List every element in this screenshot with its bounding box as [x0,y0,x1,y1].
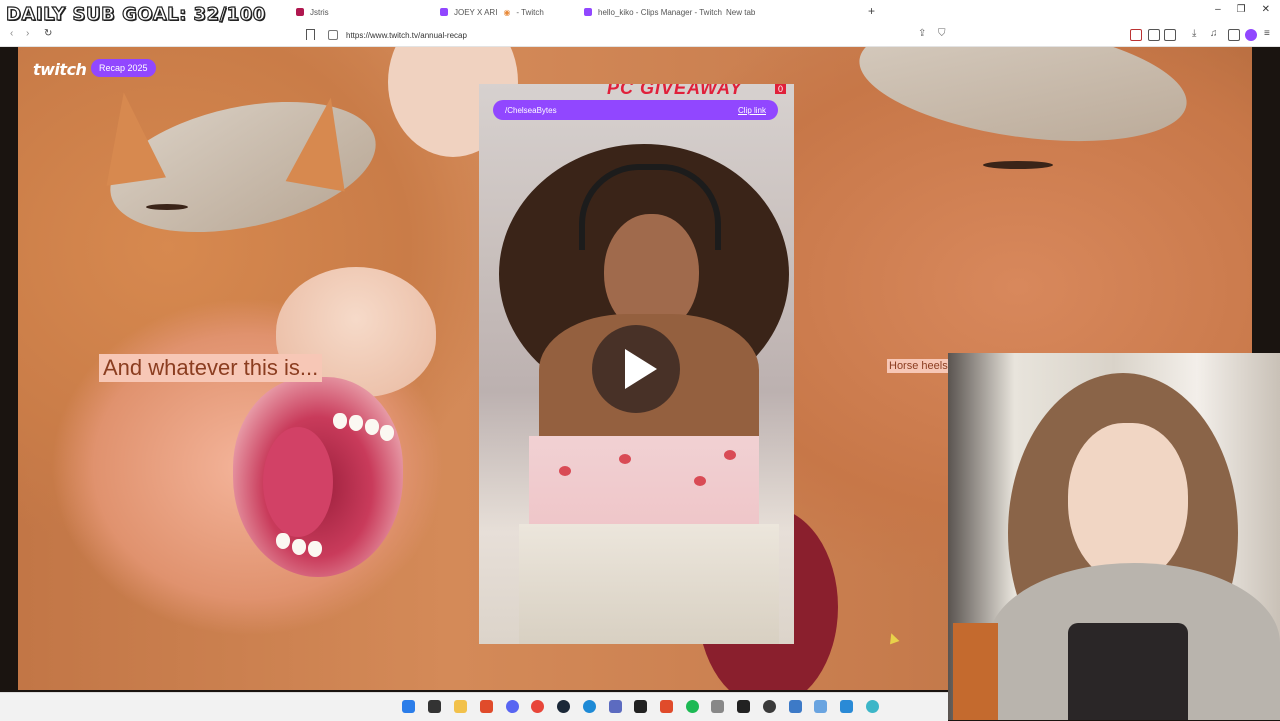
terminal-icon[interactable] [737,700,750,713]
twitch-icon [440,8,448,16]
spotify-icon[interactable] [686,700,699,713]
tab-new-tab[interactable]: New tab [726,3,755,21]
twitch-icon [584,8,592,16]
streamer-face [1068,423,1188,583]
app-icon[interactable] [866,700,879,713]
reload-icon[interactable]: ↻ [44,28,52,39]
share-icon[interactable]: ⇪ [918,28,926,39]
menu-icon[interactable]: ≡ [1264,28,1270,39]
tab-label: hello_kiko - Clips Manager - Twitch [598,7,722,17]
chrome-icon[interactable] [531,700,544,713]
file-explorer-icon[interactable] [454,700,467,713]
clip-info-bar: /ChelseaBytes Clip link [493,100,778,120]
bookmark-icon[interactable] [306,29,315,40]
calculator-icon[interactable] [789,700,802,713]
minimize-icon[interactable]: – [1215,4,1221,15]
window-controls: – ❐ ✕ [1215,4,1270,15]
twitch-logo[interactable]: twitch [33,60,87,79]
new-tab-button[interactable]: + [868,4,875,18]
terminal-icon[interactable] [634,700,647,713]
mouse-cursor [886,631,900,645]
url-text: https://www.twitch.tv/annual-recap [346,30,467,40]
download-icon[interactable]: ⤓ [1192,28,1196,39]
figurine-box [953,623,998,720]
media-icon[interactable]: ♫ [1210,28,1218,39]
clip-badge: 0 [774,84,786,94]
webcam-overlay [948,353,1280,720]
url-field[interactable]: https://www.twitch.tv/annual-recap [328,27,958,43]
sidebar-icon[interactable] [1228,29,1240,41]
jstris-icon [296,8,304,16]
clip-card[interactable]: PC GIVEAWAY 0 /ChelseaBytes Clip link [479,84,794,644]
gift-box [519,524,779,644]
horse-ear [94,88,166,186]
black-top [1068,623,1188,720]
forward-icon[interactable]: › [26,28,29,39]
clip-link[interactable]: Clip link [738,106,766,115]
app-icon[interactable] [609,700,622,713]
profile-avatar[interactable] [1245,29,1257,41]
paint-icon[interactable] [840,700,853,713]
dress [529,436,759,526]
tab-label: Jstris [310,7,329,17]
tab-clips-manager[interactable]: hello_kiko - Clips Manager - Twitch [584,3,722,21]
extension-icon[interactable] [1148,29,1160,41]
left-caption: And whatever this is... [99,354,323,382]
shield-icon[interactable]: ⛉ [938,28,946,39]
tab-label: New tab [726,7,756,17]
task-view-icon[interactable] [428,700,441,713]
clip-banner: PC GIVEAWAY [607,84,743,98]
back-icon[interactable]: ‹ [10,28,13,39]
edge-icon[interactable] [583,700,596,713]
windows-taskbar [0,692,948,721]
tab-joey-x-ari[interactable]: JOEY X ARI ◉ - Twitch [440,3,544,21]
clip-channel[interactable]: /ChelseaBytes [505,106,557,115]
site-info-icon[interactable] [328,30,338,40]
address-bar-row: ‹ › ↻ https://www.twitch.tv/annual-recap… [0,24,1280,47]
sub-goal-overlay: DAILY SUB GOAL: 32/100 [5,3,266,25]
obs-icon[interactable] [763,700,776,713]
extension-icon[interactable] [1130,29,1142,41]
horse-eye [983,161,1053,169]
steam-icon[interactable] [557,700,570,713]
recap-badge: Recap 2025 [91,59,156,77]
play-button[interactable] [592,325,680,413]
discord-icon[interactable] [506,700,519,713]
right-caption: Horse heels [887,359,950,373]
windows-start-icon[interactable] [402,700,415,713]
close-icon[interactable]: ✕ [1262,4,1270,15]
extension-icon[interactable] [1164,29,1176,41]
maximize-icon[interactable]: ❐ [1237,4,1246,15]
horse-tongue [263,427,333,537]
tab-jstris[interactable]: Jstris [296,3,329,21]
tab-label: JOEY X ARI [454,7,498,17]
brave-icon[interactable] [480,700,493,713]
horse-eye [146,204,188,210]
app-icon[interactable] [711,700,724,713]
brave-icon[interactable] [660,700,673,713]
audio-icon: ◉ [503,7,511,17]
notepad-icon[interactable] [814,700,827,713]
horse-mane [851,47,1195,160]
